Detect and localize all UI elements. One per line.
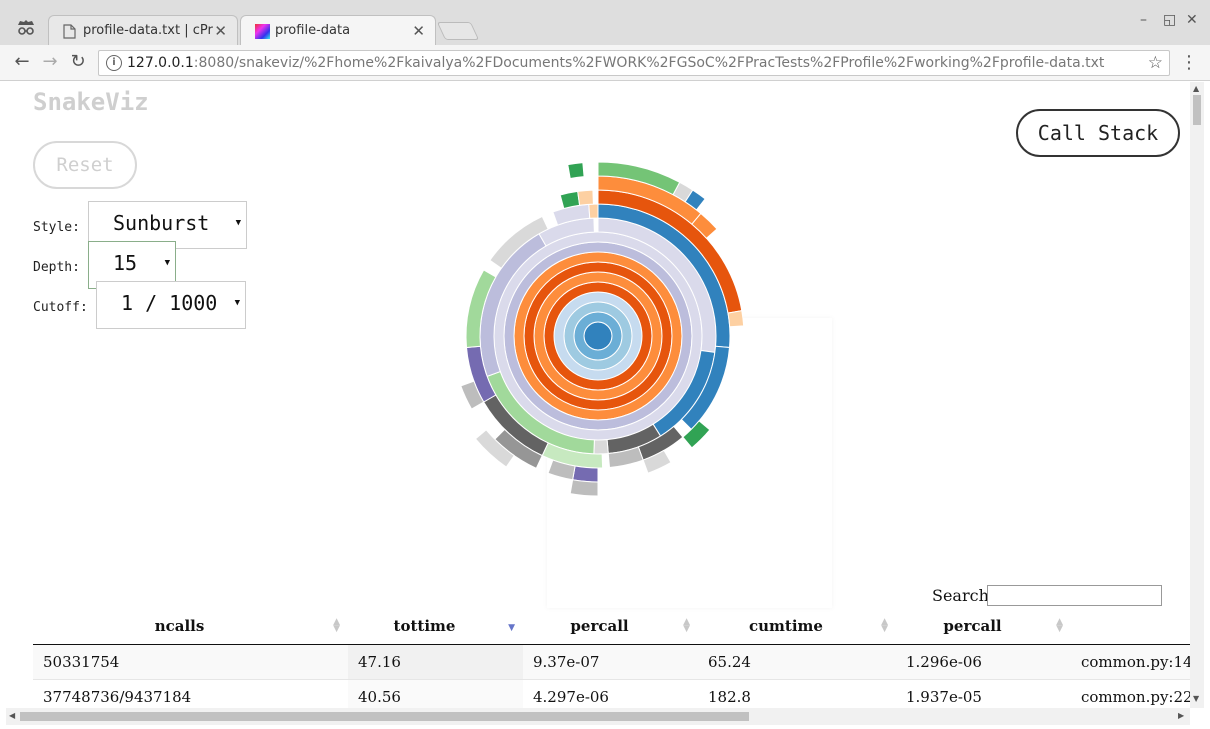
- minimize-icon[interactable]: –: [1140, 12, 1147, 28]
- sort-icon: ▲ ▼: [333, 617, 340, 634]
- table-cell: common.py:1488: [1071, 644, 1190, 680]
- snakeviz-favicon-icon: [255, 24, 270, 39]
- scroll-thumb[interactable]: [20, 712, 749, 721]
- sunburst-segment[interactable]: [593, 439, 609, 455]
- table-cell: 182.8: [698, 679, 896, 708]
- table-row[interactable]: 50331754 47.16 9.37e-07 65.24 1.296e-06 …: [33, 644, 1190, 680]
- cutoff-label: Cutoff:: [33, 300, 88, 315]
- page-content: SnakeViz Reset Call Stack Style: Sunburs…: [6, 82, 1190, 708]
- sunburst-segment[interactable]: [567, 162, 585, 180]
- maximize-icon[interactable]: ◱: [1163, 12, 1176, 28]
- table-cell: 37748736/9437184: [33, 679, 348, 708]
- scroll-left-icon[interactable]: ◀: [9, 711, 15, 720]
- cutoff-value: 1 / 1000: [121, 291, 218, 315]
- sort-icon: ▲ ▼: [683, 617, 690, 634]
- tab-title: profile-data.txt | cProfil: [83, 23, 213, 38]
- table-cell: 1.296e-06: [896, 644, 1071, 680]
- sort-icon: ▲ ▼: [881, 617, 888, 634]
- sunburst-segment[interactable]: [588, 203, 599, 219]
- forward-arrow-icon[interactable]: →: [39, 51, 61, 73]
- tab-title: profile-data: [275, 23, 351, 38]
- table-cell: 9.37e-07: [523, 644, 698, 680]
- table-cell: 47.16: [348, 644, 523, 680]
- scroll-down-icon[interactable]: ▼: [1193, 694, 1199, 703]
- tab-profile-data[interactable]: profile-data ✕: [240, 15, 436, 46]
- search-input[interactable]: [987, 585, 1162, 606]
- table-cell: common.py:222(: [1071, 679, 1190, 708]
- close-icon[interactable]: ✕: [412, 22, 425, 40]
- browser-window: profile-data.txt | cProfil ✕ profile-dat…: [0, 0, 1210, 729]
- info-icon[interactable]: i: [106, 55, 122, 71]
- close-window-icon[interactable]: ✕: [1186, 12, 1198, 28]
- table-cell: 40.56: [348, 679, 523, 708]
- stats-table: ncalls ▲ ▼ tottime ▼ percall ▲ ▼ cumtime ▲ ▼ pe…: [33, 609, 1190, 708]
- column-header[interactable]: percall ▲ ▼: [896, 609, 1071, 645]
- table-cell: 50331754: [33, 644, 348, 680]
- sunburst-segment[interactable]: [727, 310, 745, 328]
- sort-icon: ▲ ▼: [1056, 617, 1063, 634]
- table-header-row: ncalls ▲ ▼ tottime ▼ percall ▲ ▼ cumtime ▲ ▼ pe…: [33, 609, 1190, 645]
- back-arrow-icon[interactable]: ←: [11, 51, 33, 73]
- depth-value: 15: [113, 251, 138, 275]
- incognito-icon: [14, 15, 38, 39]
- table-cell: 1.937e-05: [896, 679, 1071, 708]
- caret-down-icon: ▼: [234, 298, 240, 308]
- column-header[interactable]: percall ▲ ▼: [523, 609, 698, 645]
- sunburst-segment[interactable]: [569, 479, 599, 497]
- depth-label: Depth:: [33, 260, 80, 275]
- scroll-thumb[interactable]: [1193, 95, 1201, 125]
- tab-profile-data-txt[interactable]: profile-data.txt | cProfil ✕: [48, 15, 238, 46]
- menu-dots-icon[interactable]: ⋮: [1180, 52, 1198, 73]
- column-header[interactable]: tottime ▼: [348, 609, 523, 645]
- cutoff-select[interactable]: 1 / 1000 ▼: [96, 281, 246, 329]
- column-header[interactable]: ncalls ▲ ▼: [33, 609, 348, 645]
- reload-icon[interactable]: ↻: [67, 51, 89, 73]
- table-cell: 65.24: [698, 644, 896, 680]
- sunburst-segment[interactable]: [559, 190, 581, 210]
- reset-button[interactable]: Reset: [33, 141, 137, 189]
- table-row[interactable]: 37748736/9437184 40.56 4.297e-06 182.8 1…: [33, 679, 1190, 708]
- column-header[interactable]: cumtime ▲ ▼: [698, 609, 896, 645]
- tab-strip: profile-data.txt | cProfil ✕ profile-dat…: [0, 0, 1210, 46]
- sunburst-segment[interactable]: [577, 189, 594, 206]
- horizontal-scrollbar[interactable]: ◀ ▶: [6, 708, 1190, 725]
- address-bar[interactable]: i 127.0.0.1:8080/snakeviz/%2Fhome%2Fkaiv…: [98, 50, 1170, 76]
- url-text: 127.0.0.1:8080/snakeviz/%2Fhome%2Fkaival…: [127, 55, 1105, 71]
- caret-down-icon: ▼: [164, 258, 170, 268]
- browser-toolbar: ← → ↻ i 127.0.0.1:8080/snakeviz/%2Fhome%…: [0, 45, 1210, 81]
- scroll-right-icon[interactable]: ▶: [1178, 711, 1184, 720]
- style-value: Sunburst: [113, 211, 210, 235]
- scroll-up-icon[interactable]: ▲: [1193, 84, 1199, 93]
- call-stack-button[interactable]: Call Stack: [1016, 109, 1180, 157]
- column-header[interactable]: [1071, 609, 1190, 645]
- sort-desc-icon: ▼: [508, 623, 515, 633]
- brand-title: SnakeViz: [33, 88, 149, 116]
- caret-down-icon: ▼: [235, 218, 241, 228]
- bookmark-star-icon[interactable]: ☆: [1148, 53, 1163, 73]
- close-icon[interactable]: ✕: [214, 22, 227, 40]
- search-label: Search:: [932, 586, 995, 605]
- sunburst-chart[interactable]: [414, 140, 782, 524]
- style-label: Style:: [33, 220, 80, 235]
- table-cell: 4.297e-06: [523, 679, 698, 708]
- document-icon: [63, 24, 76, 39]
- vertical-scrollbar[interactable]: ▲ ▼: [1190, 82, 1204, 708]
- sunburst-segment[interactable]: [572, 465, 599, 483]
- new-tab-button[interactable]: [436, 22, 480, 40]
